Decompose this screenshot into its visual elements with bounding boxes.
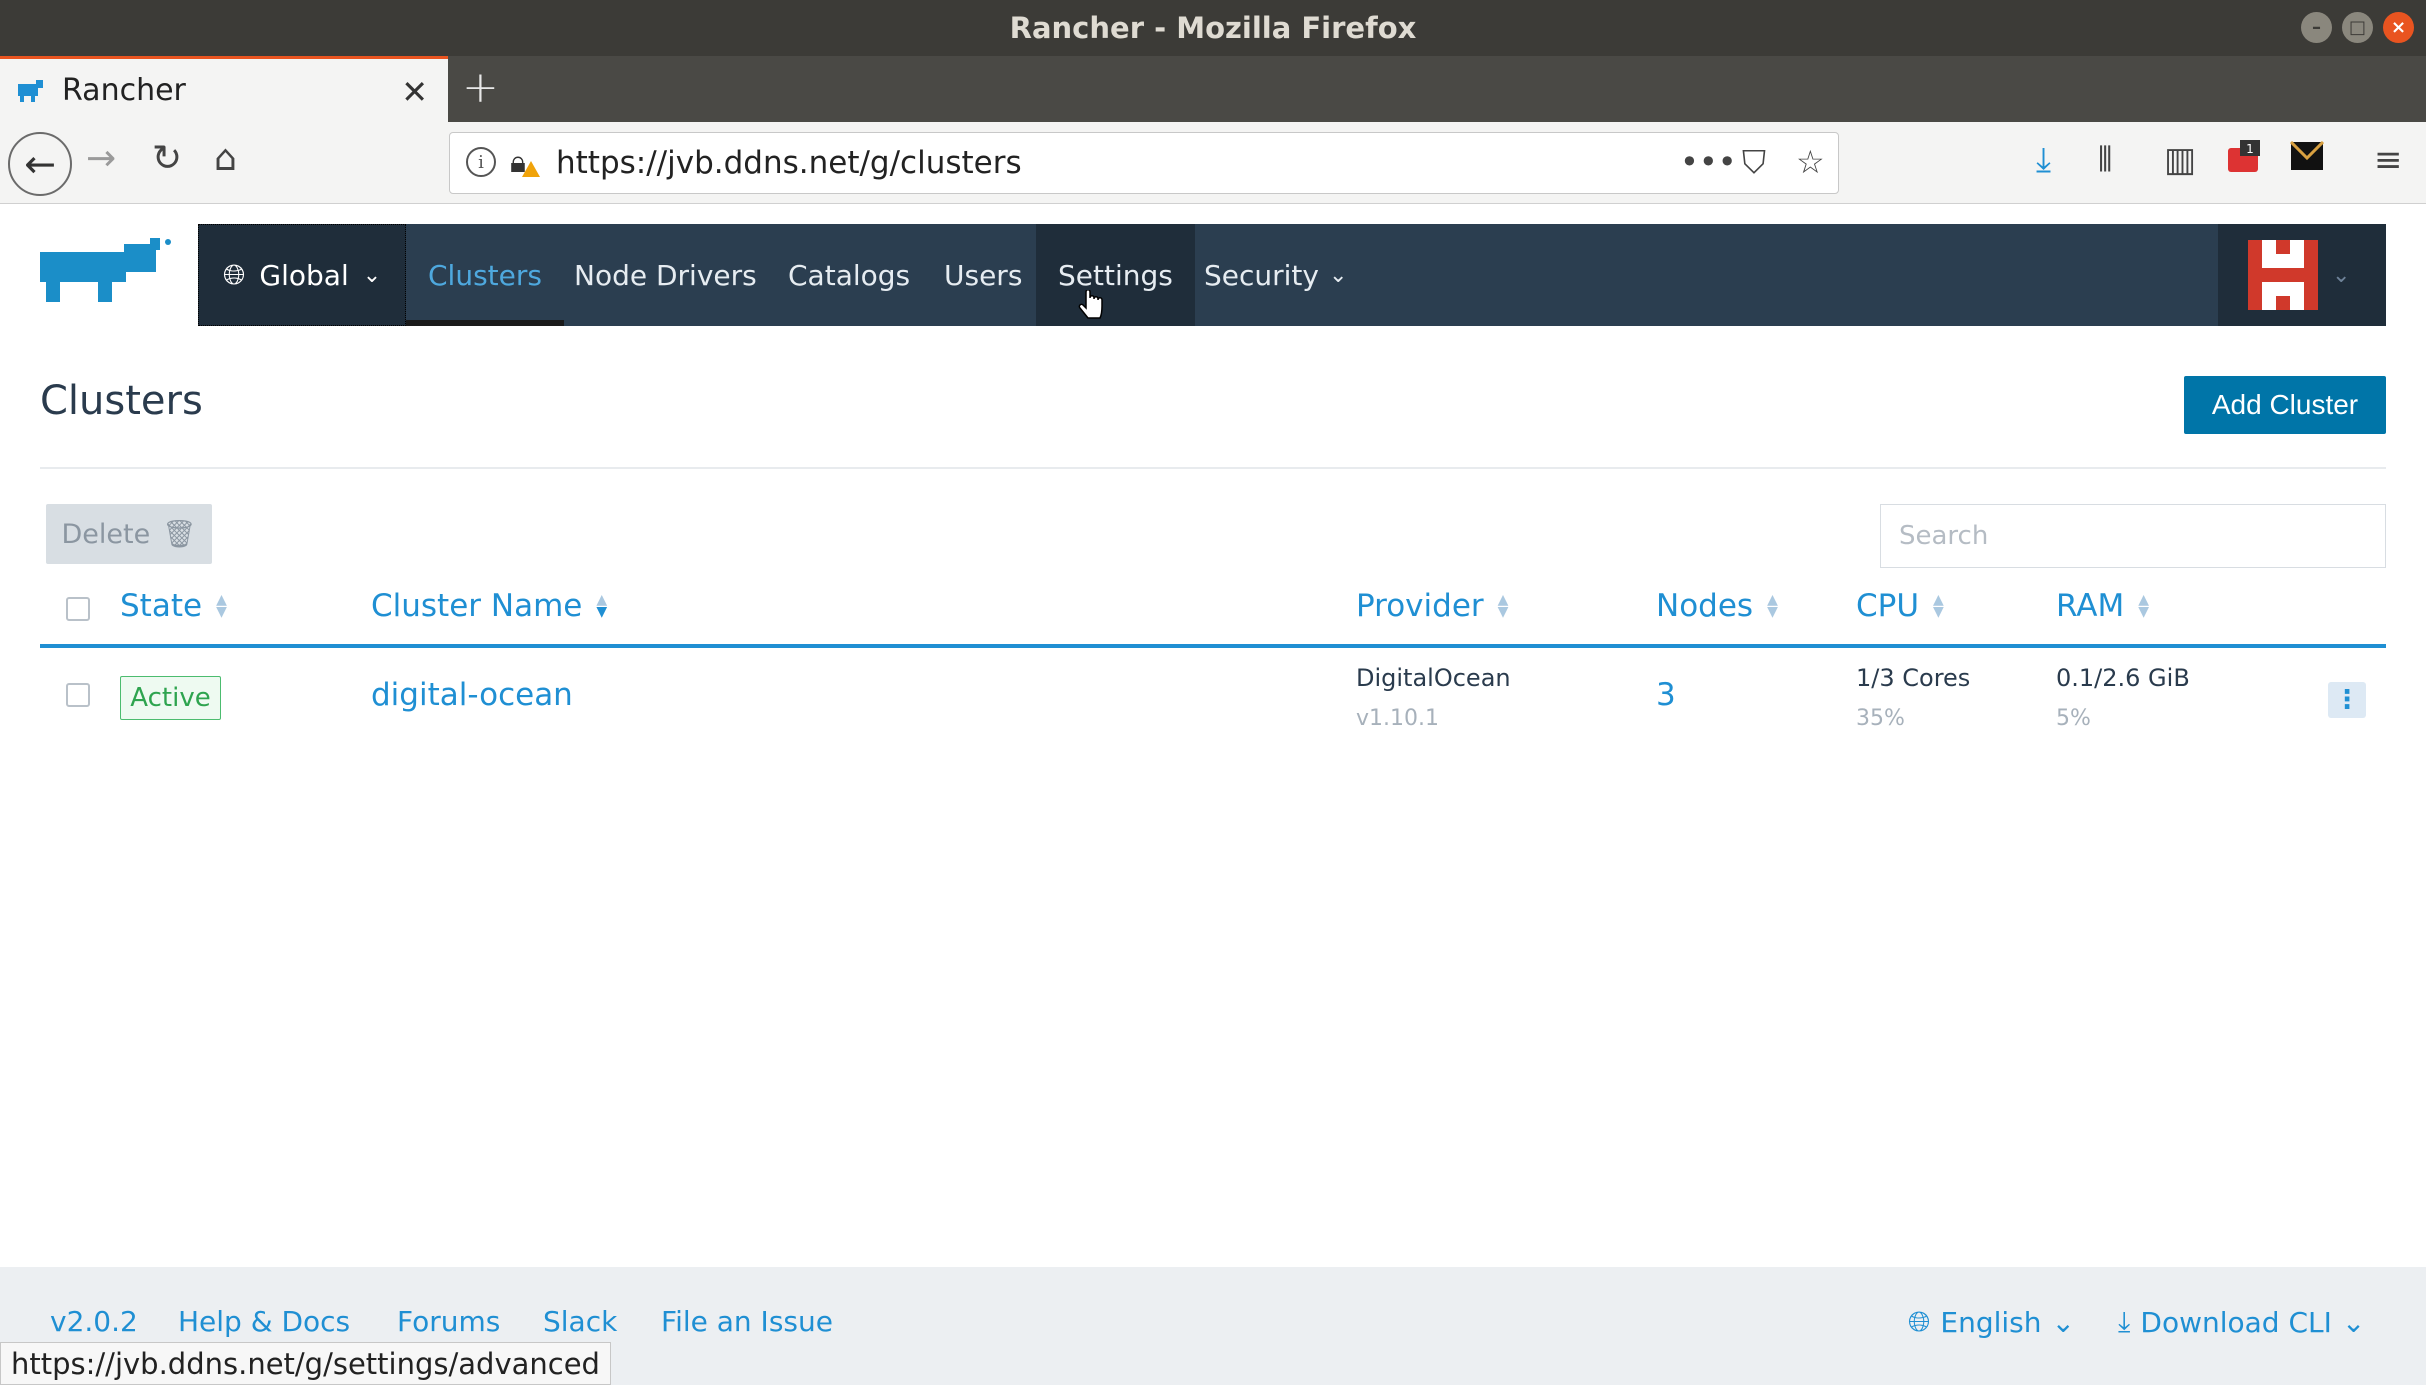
add-cluster-button[interactable]: Add Cluster bbox=[2184, 376, 2386, 434]
search-placeholder: Search bbox=[1899, 521, 1989, 551]
divider bbox=[40, 467, 2386, 469]
delete-button[interactable]: Delete 🗑︎ bbox=[46, 504, 212, 564]
row-actions-kebab-icon[interactable]: ⋮ bbox=[2328, 682, 2366, 718]
extension-icon[interactable]: 1 bbox=[2226, 140, 2262, 183]
download-cli-menu[interactable]: ⤓ Download CLI ⌄ bbox=[2118, 1305, 2365, 1339]
table-header-divider bbox=[40, 644, 2386, 648]
column-header-state[interactable]: State ▲ ▼ bbox=[120, 588, 227, 624]
tab-title: Rancher bbox=[62, 73, 186, 108]
mail-extension-icon[interactable] bbox=[2289, 140, 2325, 180]
nav-users[interactable]: Users bbox=[922, 224, 1044, 326]
window-title: Rancher - Mozilla Firefox bbox=[1009, 11, 1417, 45]
sort-icon: ▲ ▼ bbox=[2138, 592, 2150, 620]
browser-tab[interactable]: Rancher ✕ bbox=[0, 56, 448, 122]
link-status-bar: https://jvb.ddns.net/g/settings/advanced bbox=[0, 1342, 611, 1385]
sort-icon: ▲ ▼ bbox=[1933, 592, 1944, 620]
chevron-down-icon: ⌄ bbox=[2341, 1305, 2366, 1339]
warning-icon bbox=[522, 161, 540, 177]
user-menu[interactable]: ⌄ bbox=[2218, 224, 2386, 326]
pocket-icon[interactable]: ⛉ bbox=[1742, 143, 1766, 182]
close-tab-icon[interactable]: ✕ bbox=[401, 73, 428, 111]
forums-link[interactable]: Forums bbox=[397, 1305, 500, 1338]
rancher-favicon-icon bbox=[18, 79, 43, 102]
forward-icon[interactable]: → bbox=[86, 138, 116, 179]
url-bar[interactable]: i 🔒︎ https://jvb.ddns.net/g/clusters •••… bbox=[449, 132, 1839, 194]
download-icon: ⤓ bbox=[2118, 1305, 2131, 1338]
sort-icon: ▲ ▼ bbox=[1767, 592, 1778, 620]
maximize-icon[interactable]: □ bbox=[2342, 12, 2373, 43]
nodes-link[interactable]: 3 bbox=[1656, 677, 1676, 713]
column-header-cluster-name[interactable]: Cluster Name ▲ ▼ bbox=[371, 588, 607, 624]
cpu-percent: 35% bbox=[1856, 706, 1905, 731]
close-window-icon[interactable]: × bbox=[2383, 12, 2414, 43]
site-info-icon[interactable]: i bbox=[466, 147, 496, 177]
page-actions-icon[interactable]: ••• bbox=[1680, 143, 1737, 181]
sort-icon: ▲ ▼ bbox=[1497, 592, 1509, 620]
scope-switcher[interactable]: 🌐︎ Global ⌄ bbox=[198, 224, 406, 326]
file-issue-link[interactable]: File an Issue bbox=[661, 1305, 833, 1338]
nav-catalogs[interactable]: Catalogs bbox=[766, 224, 932, 326]
url-text[interactable]: https://jvb.ddns.net/g/clusters bbox=[556, 145, 1022, 181]
ram-percent: 5% bbox=[2056, 706, 2091, 731]
globe-icon: 🌐︎ bbox=[1908, 1305, 1931, 1338]
cluster-name-link[interactable]: digital-ocean bbox=[371, 677, 573, 713]
envelope-icon bbox=[2289, 140, 2325, 170]
bookmark-star-icon[interactable]: ☆ bbox=[1796, 143, 1825, 181]
row-checkbox[interactable] bbox=[66, 683, 90, 707]
column-header-provider[interactable]: Provider ▲ ▼ bbox=[1356, 588, 1508, 624]
provider-name: DigitalOcean bbox=[1356, 664, 1511, 692]
chevron-down-icon: ⌄ bbox=[2051, 1305, 2075, 1339]
back-icon[interactable]: ← bbox=[8, 132, 72, 196]
nav-clusters[interactable]: Clusters bbox=[406, 224, 564, 326]
language-selector[interactable]: 🌐︎ English ⌄ bbox=[1908, 1305, 2075, 1339]
slack-link[interactable]: Slack bbox=[543, 1305, 617, 1338]
window-controls: – □ × bbox=[2301, 12, 2414, 43]
reload-icon[interactable]: ↻ bbox=[152, 138, 182, 179]
help-docs-link[interactable]: Help & Docs bbox=[178, 1305, 350, 1338]
nav-node-drivers[interactable]: Node Drivers bbox=[552, 224, 779, 326]
column-header-ram[interactable]: RAM ▲ ▼ bbox=[2056, 588, 2149, 624]
minimize-icon[interactable]: – bbox=[2301, 12, 2332, 43]
svg-text:1: 1 bbox=[2246, 142, 2254, 156]
cpu-usage: 1/3 Cores bbox=[1856, 664, 1971, 692]
trash-icon: 🗑︎ bbox=[162, 519, 197, 550]
select-all-checkbox[interactable] bbox=[66, 597, 90, 621]
nav-security[interactable]: Security ⌄ bbox=[1182, 224, 1369, 326]
column-header-cpu[interactable]: CPU ▲ ▼ bbox=[1856, 588, 1944, 624]
extension-badge-icon: 1 bbox=[2228, 140, 2260, 172]
menu-icon[interactable]: ≡ bbox=[2374, 140, 2403, 180]
tab-strip: Rancher ✕ + bbox=[0, 56, 2426, 122]
rancher-logo[interactable] bbox=[40, 238, 176, 304]
sort-icon: ▲ ▼ bbox=[216, 592, 227, 620]
app-nav: 🌐︎ Global ⌄ Clusters Node Drivers Catalo… bbox=[198, 224, 2386, 326]
chevron-down-icon: ⌄ bbox=[2332, 262, 2351, 288]
scope-label: Global bbox=[259, 258, 349, 292]
globe-icon: 🌐︎ bbox=[223, 258, 246, 291]
sidebar-icon[interactable]: ▥ bbox=[2164, 140, 2196, 180]
hand-cursor-icon bbox=[1078, 290, 1103, 319]
avatar bbox=[2248, 240, 2318, 310]
browser-toolbar: ← → ↻ ⌂ i 🔒︎ https://jvb.ddns.net/g/clus… bbox=[0, 122, 2426, 204]
library-icon[interactable]: ⫴ bbox=[2098, 140, 2112, 180]
search-input[interactable]: Search bbox=[1880, 504, 2386, 568]
sort-icon: ▲ ▼ bbox=[596, 592, 608, 620]
chevron-down-icon: ⌄ bbox=[362, 262, 382, 288]
column-header-nodes[interactable]: Nodes ▲ ▼ bbox=[1656, 588, 1778, 624]
nav-settings[interactable]: Settings bbox=[1036, 224, 1195, 326]
window-titlebar: Rancher - Mozilla Firefox – □ × bbox=[0, 0, 2426, 56]
page-title: Clusters bbox=[40, 378, 203, 424]
chevron-down-icon: ⌄ bbox=[1328, 262, 1348, 288]
status-badge: Active bbox=[120, 676, 221, 720]
downloads-icon[interactable]: ⤓ bbox=[2036, 140, 2051, 180]
home-icon[interactable]: ⌂ bbox=[214, 138, 237, 179]
new-tab-icon[interactable]: + bbox=[462, 62, 499, 113]
version-link[interactable]: v2.0.2 bbox=[50, 1305, 138, 1338]
ram-usage: 0.1/2.6 GiB bbox=[2056, 664, 2190, 692]
provider-version: v1.10.1 bbox=[1356, 706, 1439, 731]
